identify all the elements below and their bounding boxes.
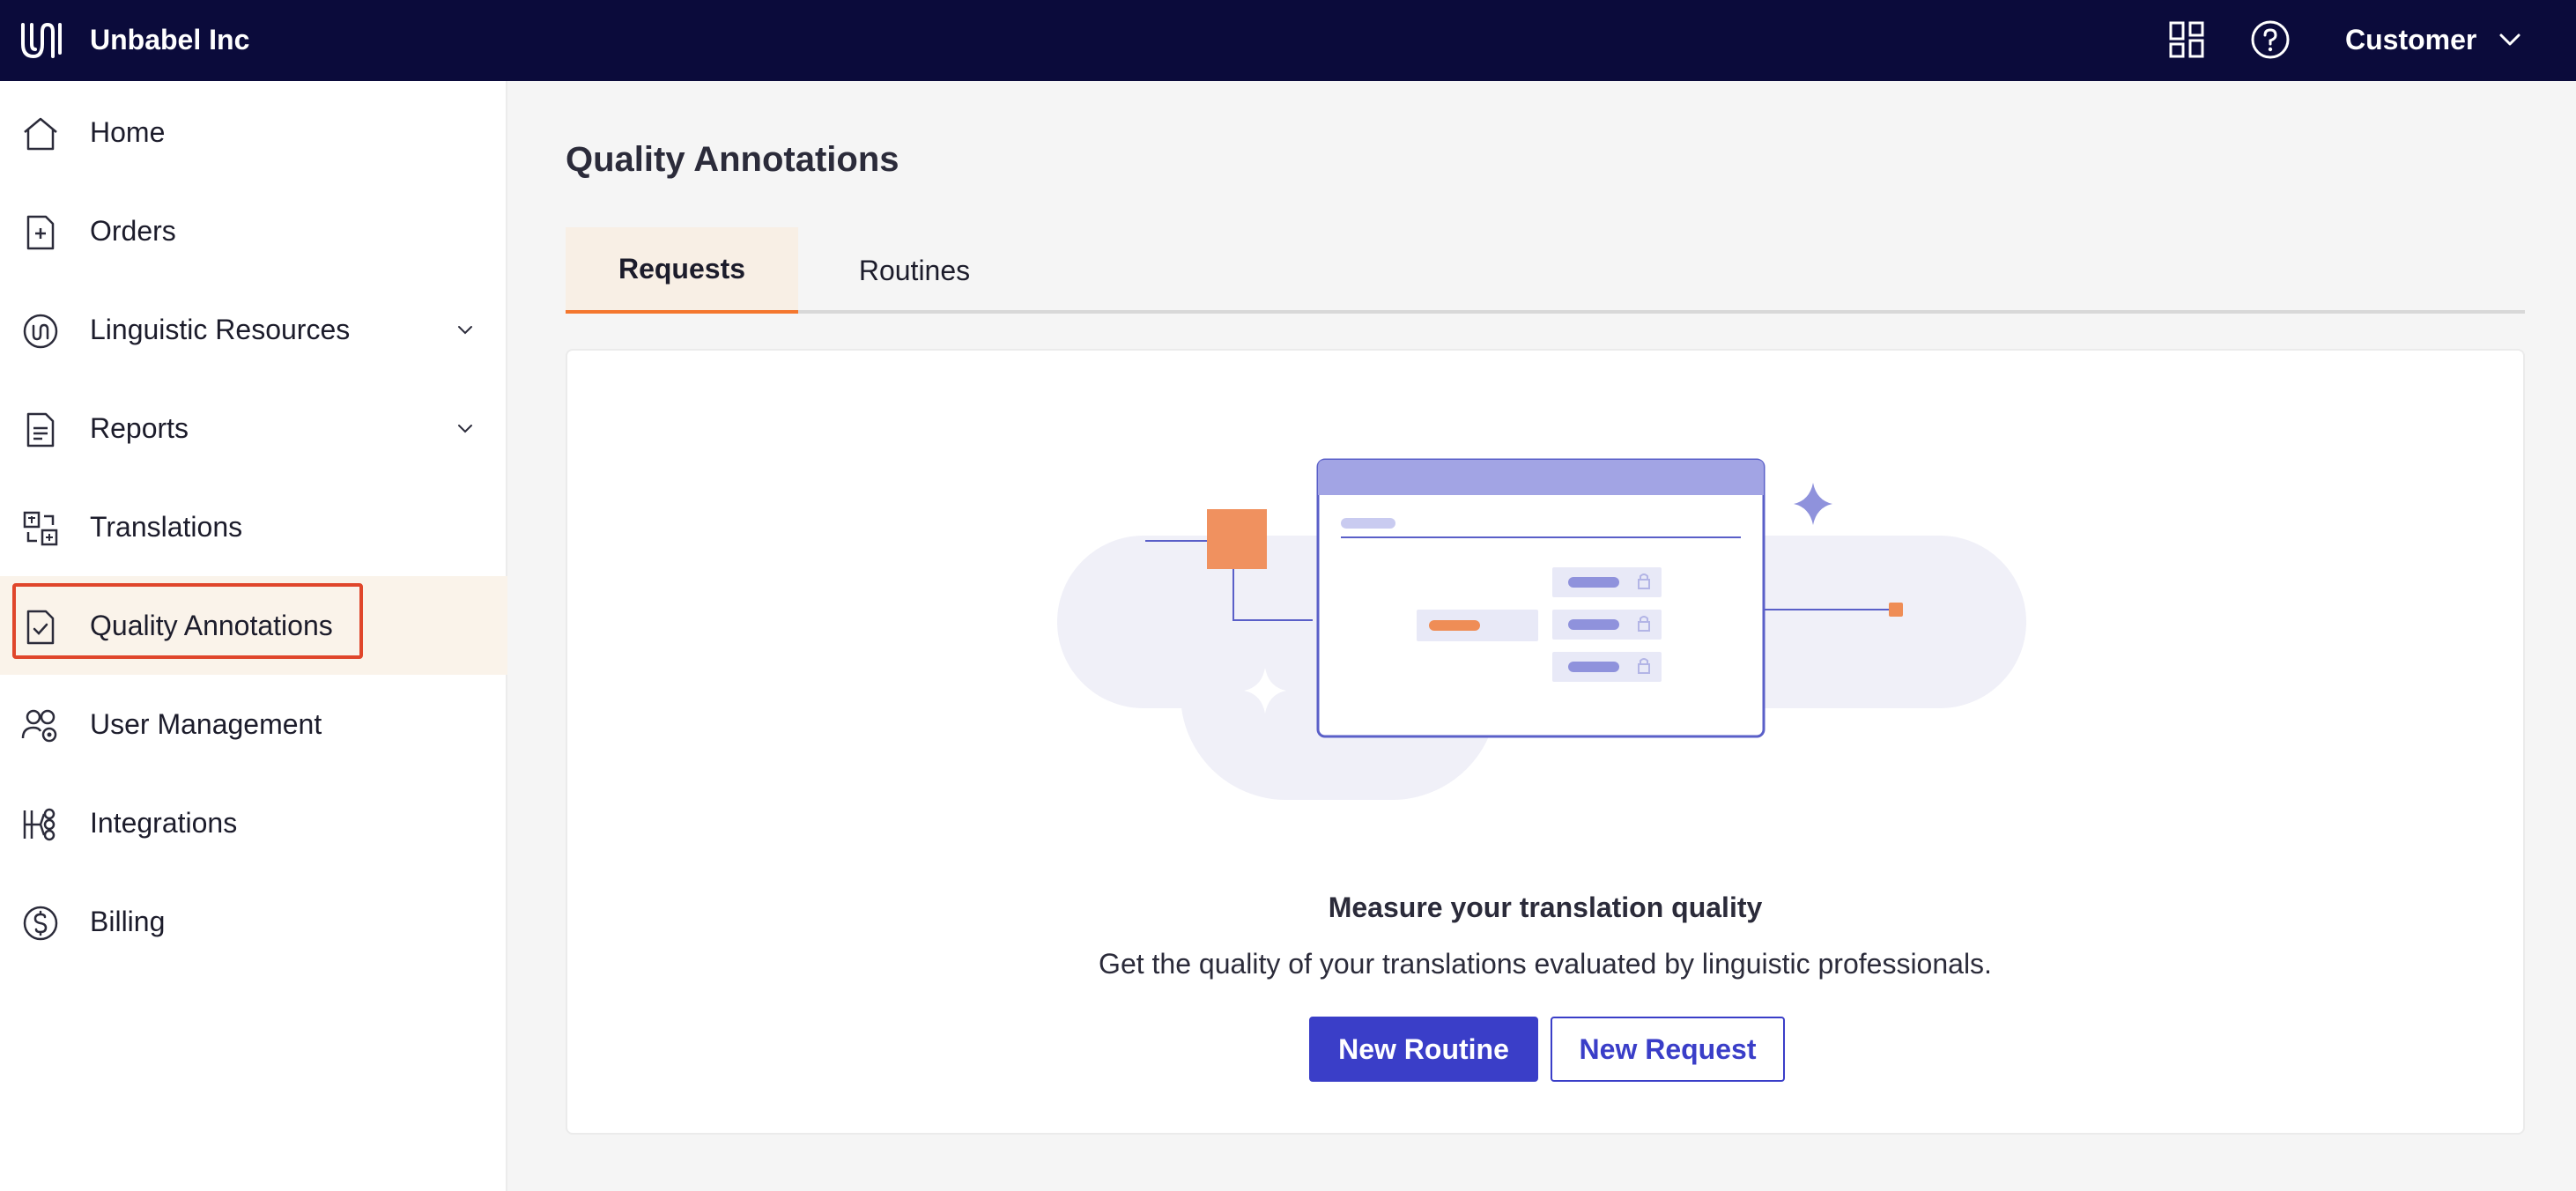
new-routine-button[interactable]: New Routine xyxy=(1309,1017,1538,1082)
empty-state-illustration xyxy=(1057,458,2026,800)
top-bar: Unbabel Inc Customer xyxy=(0,0,2576,81)
sidebar-item-home[interactable]: Home xyxy=(0,83,507,181)
new-request-button[interactable]: New Request xyxy=(1551,1017,1785,1082)
orders-icon xyxy=(26,215,55,250)
tab-bar: Requests Routines xyxy=(566,227,2525,314)
tab-routines[interactable]: Routines xyxy=(798,227,1031,314)
brand-name: Unbabel Inc xyxy=(90,24,250,55)
billing-icon xyxy=(23,906,58,941)
chevron-down-icon xyxy=(458,425,472,433)
sidebar-item-reports[interactable]: Reports xyxy=(0,379,507,477)
user-menu-label: Customer xyxy=(2345,23,2477,55)
home-icon xyxy=(24,117,57,151)
sidebar-item-label: Quality Annotations xyxy=(90,610,333,641)
integrations-icon xyxy=(23,808,56,841)
sidebar-item-label: Reports xyxy=(90,412,189,444)
empty-state-description: Get the quality of your translations eva… xyxy=(1099,948,1992,980)
page-title: Quality Annotations xyxy=(566,140,899,179)
empty-state-title: Measure your translation quality xyxy=(1328,891,1763,923)
user-management-icon xyxy=(21,709,57,743)
sidebar-item-label: Translations xyxy=(90,511,243,543)
sidebar-item-label: User Management xyxy=(90,708,322,740)
sidebar-item-label: Billing xyxy=(90,906,166,937)
quality-annotations-icon xyxy=(26,610,55,645)
sidebar-item-user-management[interactable]: User Management xyxy=(0,675,507,773)
sidebar-item-label: Home xyxy=(90,116,166,148)
translations-icon xyxy=(23,511,58,546)
apps-grid-icon[interactable] xyxy=(2169,21,2204,60)
sidebar-item-translations[interactable]: Translations xyxy=(0,477,507,576)
empty-state-card: Measure your translation quality Get the… xyxy=(566,349,2525,1135)
unbabel-logo-icon[interactable] xyxy=(18,18,65,62)
sidebar: Home Orders Linguistic Resources Reports xyxy=(0,81,507,1191)
sidebar-item-label: Integrations xyxy=(90,807,238,839)
linguistic-resources-icon xyxy=(23,314,58,349)
user-menu[interactable]: Customer xyxy=(2345,18,2522,62)
help-icon[interactable] xyxy=(2250,19,2291,60)
tab-requests[interactable]: Requests xyxy=(566,227,798,314)
sidebar-item-orders[interactable]: Orders xyxy=(0,181,507,280)
chevron-down-icon xyxy=(2499,33,2520,46)
sidebar-item-linguistic-resources[interactable]: Linguistic Resources xyxy=(0,280,507,379)
sidebar-item-integrations[interactable]: Integrations xyxy=(0,773,507,872)
sidebar-item-billing[interactable]: Billing xyxy=(0,872,507,971)
sidebar-item-quality-annotations[interactable]: Quality Annotations xyxy=(0,576,507,675)
sidebar-item-label: Linguistic Resources xyxy=(90,314,351,345)
sidebar-item-label: Orders xyxy=(90,215,176,247)
chevron-down-icon xyxy=(458,326,472,335)
reports-icon xyxy=(26,412,55,448)
